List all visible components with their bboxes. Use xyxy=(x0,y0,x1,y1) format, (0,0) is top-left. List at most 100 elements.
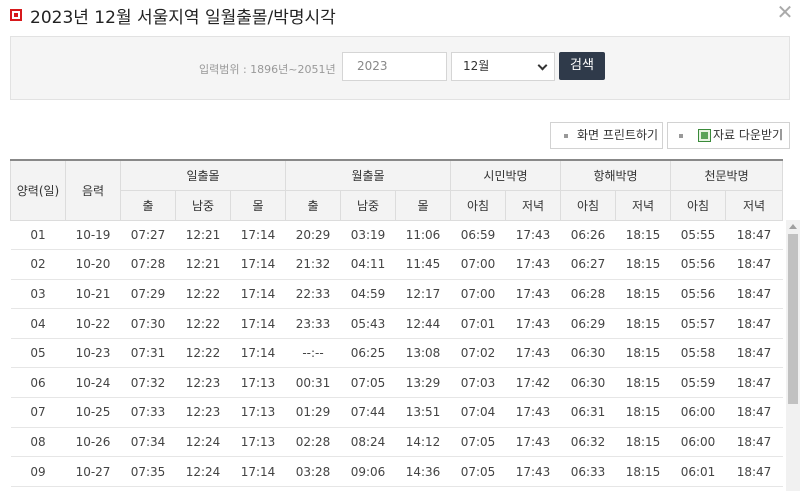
table-cell: 18:47 xyxy=(725,249,783,280)
print-screen-button[interactable]: 화면 프린트하기 xyxy=(550,122,663,149)
header-moon-transit: 남중 xyxy=(340,189,396,221)
page-title: 2023년 12월 서울지역 일월출몰/박명시각 xyxy=(30,8,336,28)
table-cell: 04:59 xyxy=(340,279,396,310)
table-cell: 18:47 xyxy=(725,397,783,428)
table-cell: 17:43 xyxy=(505,427,561,458)
table-cell: 07:29 xyxy=(120,279,176,310)
table-cell: 17:43 xyxy=(505,397,561,428)
table-cell: 07:33 xyxy=(120,397,176,428)
table-cell: 06:59 xyxy=(450,220,506,251)
table-row: 01 10-19 07:27 12:21 17:14 20:29 03:19 11:06 06:… xyxy=(10,220,783,251)
table-cell: 18:15 xyxy=(615,279,671,310)
table-row: 02 10-20 07:28 12:21 17:14 21:32 04:11 11:45 07:… xyxy=(10,249,783,280)
table-cell: 12:24 xyxy=(175,456,231,487)
table-cell: 02 xyxy=(10,249,66,280)
header-nautical-twilight: 항해박명 xyxy=(560,159,672,191)
table-cell: 11:06 xyxy=(395,220,451,251)
month-select[interactable]: 12월 xyxy=(451,52,555,81)
header-sun-set: 몰 xyxy=(230,189,286,221)
table-cell: 06:01 xyxy=(670,456,726,487)
table-cell: 17:14 xyxy=(230,279,286,310)
header-moon-rise: 출 xyxy=(285,189,341,221)
table-cell: 17:43 xyxy=(505,308,561,339)
table-cell: 07 xyxy=(10,397,66,428)
table-cell: 17:14 xyxy=(230,249,286,280)
title-bar: 2023년 12월 서울지역 일월출몰/박명시각 ✕ xyxy=(0,0,800,32)
table-cell: 18:15 xyxy=(615,456,671,487)
table-cell: 07:30 xyxy=(120,308,176,339)
table-cell: 17:14 xyxy=(230,456,286,487)
vertical-scrollbar[interactable] xyxy=(786,220,800,491)
table-row: 06 10-24 07:32 12:23 17:13 00:31 07:05 13:29 07:… xyxy=(10,367,783,399)
bullet-icon xyxy=(564,134,568,138)
table-row: 08 10-26 07:34 12:24 17:13 02:28 08:24 14:12 07:… xyxy=(10,427,783,458)
table-cell: 12:22 xyxy=(175,279,231,310)
scroll-thumb[interactable] xyxy=(788,234,798,404)
header-moon-set: 몰 xyxy=(395,189,451,221)
table-cell: 06:30 xyxy=(560,367,616,399)
table-cell: 17:14 xyxy=(230,338,286,369)
table-cell: 18:47 xyxy=(725,308,783,339)
table-cell: 01:29 xyxy=(285,397,341,428)
table-cell: 12:22 xyxy=(175,308,231,339)
table-cell: 10-25 xyxy=(65,397,121,428)
table-cell: 13:51 xyxy=(395,397,451,428)
table-cell: 02:28 xyxy=(285,427,341,458)
header-astro-morning: 아침 xyxy=(670,189,727,221)
table-cell: 08 xyxy=(10,427,66,458)
table-cell: 17:13 xyxy=(230,427,286,458)
table-cell: 06:25 xyxy=(340,338,396,369)
table-cell: 07:27 xyxy=(120,220,176,251)
table-cell: 12:44 xyxy=(395,308,451,339)
table-cell: 09:06 xyxy=(340,456,396,487)
table-cell: 00:31 xyxy=(285,367,341,399)
table-cell: 23:33 xyxy=(285,308,341,339)
table-cell: 06:27 xyxy=(560,249,616,280)
table-cell: 06:31 xyxy=(560,397,616,428)
table-cell: 10-24 xyxy=(65,367,121,399)
table-cell: 18:15 xyxy=(615,308,671,339)
chevron-down-icon xyxy=(537,60,548,71)
print-screen-label: 화면 프린트하기 xyxy=(577,128,659,142)
scroll-up-arrow-icon[interactable] xyxy=(789,224,797,229)
table-cell: 18:47 xyxy=(725,220,783,251)
close-icon[interactable]: ✕ xyxy=(776,2,794,22)
table-cell: 07:32 xyxy=(120,367,176,399)
table-row: 09 10-27 07:35 12:24 17:14 03:28 09:06 14:36 07:… xyxy=(10,456,783,487)
header-moon: 월출몰 xyxy=(285,159,451,191)
table-cell: 06:26 xyxy=(560,220,616,251)
table-cell: 17:43 xyxy=(505,249,561,280)
table-cell: 11:45 xyxy=(395,249,451,280)
table-cell: 06:32 xyxy=(560,427,616,458)
table-cell: 18:15 xyxy=(615,220,671,251)
table-cell: 10-23 xyxy=(65,338,121,369)
table-cell: 18:15 xyxy=(615,367,671,399)
table-cell: 10-19 xyxy=(65,220,121,251)
table-cell: 05:56 xyxy=(670,279,726,310)
table-cell: 12:21 xyxy=(175,249,231,280)
table-cell: 07:03 xyxy=(450,367,506,399)
table-cell: 07:34 xyxy=(120,427,176,458)
year-input[interactable]: 2023 xyxy=(342,52,447,81)
table-body: 01 10-19 07:27 12:21 17:14 20:29 03:19 11:06 06:… xyxy=(10,220,783,487)
table-cell: 07:28 xyxy=(120,249,176,280)
download-data-button[interactable]: 자료 다운받기 xyxy=(667,122,790,149)
month-select-value: 12월 xyxy=(463,59,490,73)
table-cell: 07:05 xyxy=(450,427,506,458)
table-cell: 03:19 xyxy=(340,220,396,251)
table-cell: 17:43 xyxy=(505,279,561,310)
table-cell: 04:11 xyxy=(340,249,396,280)
table-cell: 07:02 xyxy=(450,338,506,369)
table-cell: 05:58 xyxy=(670,338,726,369)
header-astro-evening: 저녁 xyxy=(725,189,784,221)
search-button[interactable]: 검색 xyxy=(559,52,605,80)
table-cell: 06:30 xyxy=(560,338,616,369)
table-cell: 18:15 xyxy=(615,249,671,280)
table-cell: 14:12 xyxy=(395,427,451,458)
search-panel: 입력범위 : 1896년~2051년 2023 12월 검색 xyxy=(10,36,790,100)
excel-icon xyxy=(698,129,711,142)
table-cell: 18:47 xyxy=(725,338,783,369)
title-square-icon xyxy=(10,9,22,21)
header-civil-evening: 저녁 xyxy=(504,189,562,221)
table-cell: 03 xyxy=(10,279,66,310)
